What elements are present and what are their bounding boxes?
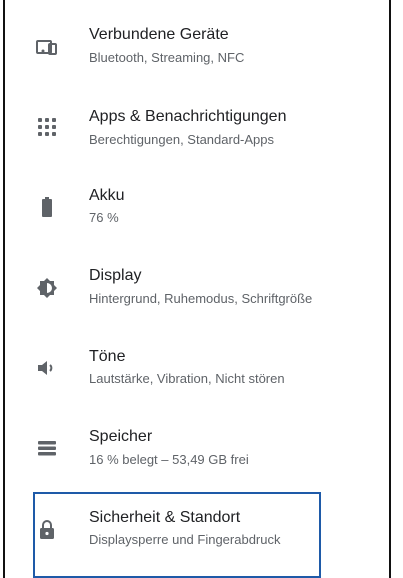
devices-icon: [35, 36, 59, 60]
brightness-icon: [35, 276, 59, 300]
settings-item-sounds[interactable]: Töne Lautstärke, Vibration, Nicht stören: [5, 320, 389, 400]
settings-item-subtitle: Lautstärke, Vibration, Nicht stören: [89, 371, 285, 386]
settings-item-title: Töne: [89, 348, 126, 365]
settings-item-title: Display: [89, 267, 142, 284]
apps-grid-icon: [35, 115, 59, 139]
storage-icon: [35, 436, 59, 460]
settings-item-storage[interactable]: Speicher 16 % belegt – 53,49 GB frei: [5, 400, 389, 480]
settings-item-subtitle: 16 % belegt – 53,49 GB frei: [89, 452, 249, 467]
settings-item-subtitle: Hintergrund, Ruhemodus, Schriftgröße: [89, 291, 313, 306]
settings-item-title: Apps & Benachrichtigungen: [89, 108, 287, 125]
settings-item-apps-notifications[interactable]: Apps & Benachrichtigungen Berechtigungen…: [5, 80, 389, 160]
settings-list: Verbundene Geräte Bluetooth, Streaming, …: [3, 0, 391, 578]
volume-icon: [35, 356, 59, 380]
settings-item-title: Verbundene Geräte: [89, 26, 229, 43]
settings-item-connected-devices[interactable]: Verbundene Geräte Bluetooth, Streaming, …: [5, 0, 389, 80]
battery-icon: [35, 195, 59, 219]
settings-item-subtitle: Berechtigungen, Standard-Apps: [89, 132, 275, 147]
focus-highlight: [33, 492, 321, 578]
settings-item-title: Akku: [89, 187, 125, 204]
settings-item-battery[interactable]: Akku 76 %: [5, 160, 389, 240]
settings-item-subtitle: Bluetooth, Streaming, NFC: [89, 50, 245, 65]
settings-item-title: Speicher: [89, 428, 153, 445]
settings-item-subtitle: 76 %: [89, 210, 119, 225]
settings-item-display[interactable]: Display Hintergrund, Ruhemodus, Schriftg…: [5, 240, 389, 320]
